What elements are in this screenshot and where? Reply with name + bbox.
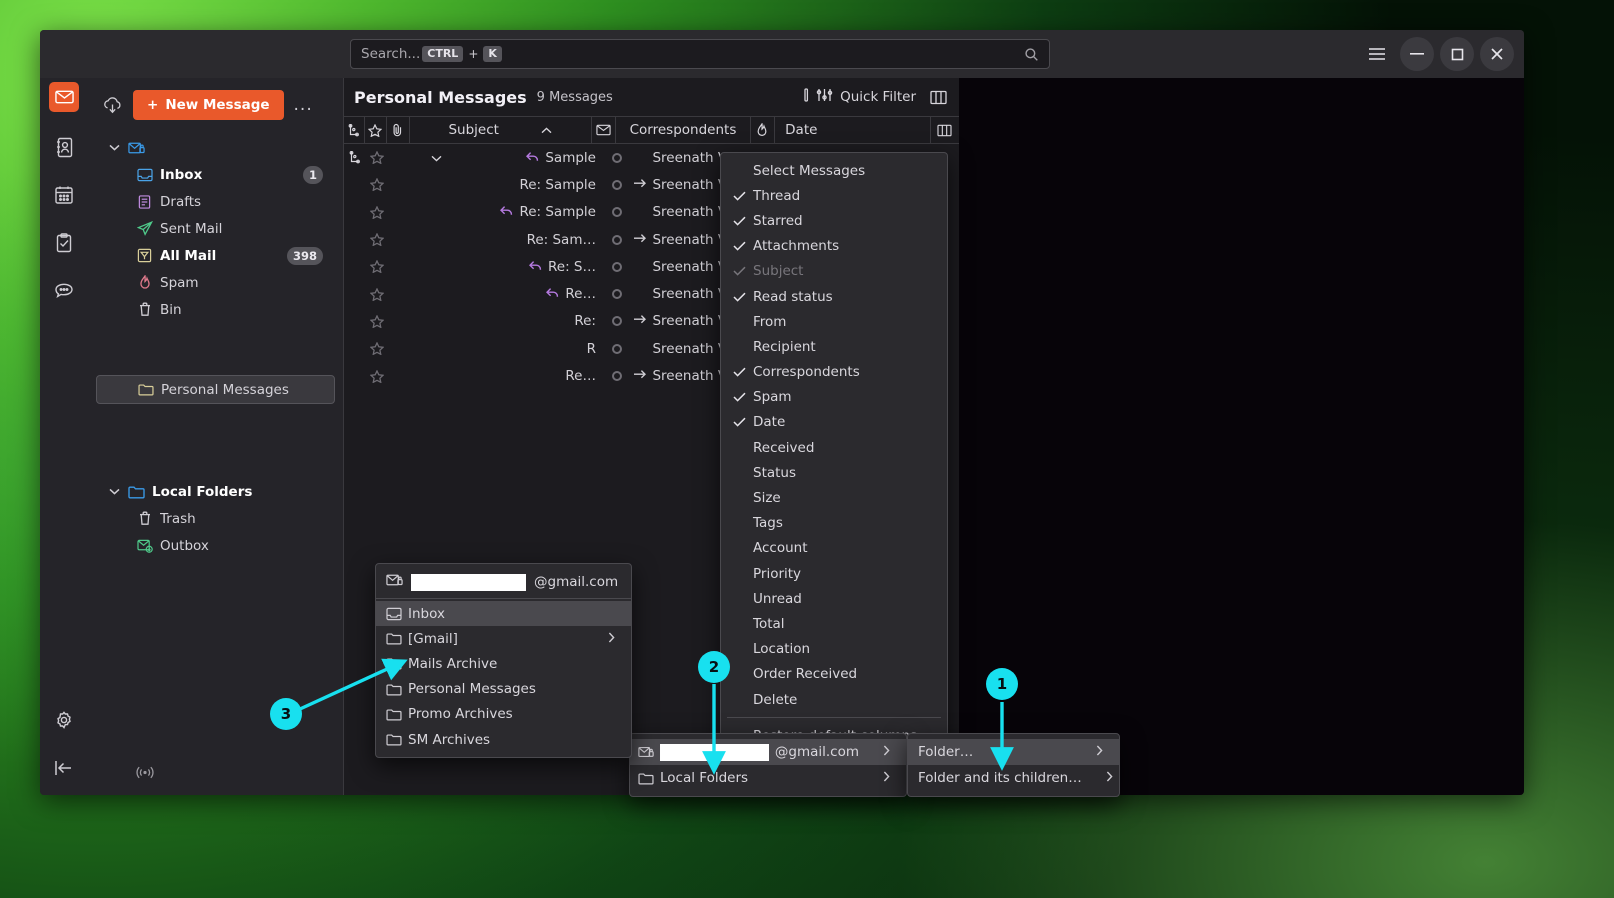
- annotation-number: 3: [270, 698, 302, 730]
- annotation-marker-2: 2: [698, 651, 730, 683]
- annotation-arrows: [0, 0, 1614, 898]
- annotation-number: 2: [698, 651, 730, 683]
- annotation-number: 1: [986, 668, 1018, 700]
- annotation-marker-3: 3: [270, 698, 302, 730]
- annotation-arrow-3: [300, 665, 396, 709]
- annotation-marker-1: 1: [986, 668, 1018, 700]
